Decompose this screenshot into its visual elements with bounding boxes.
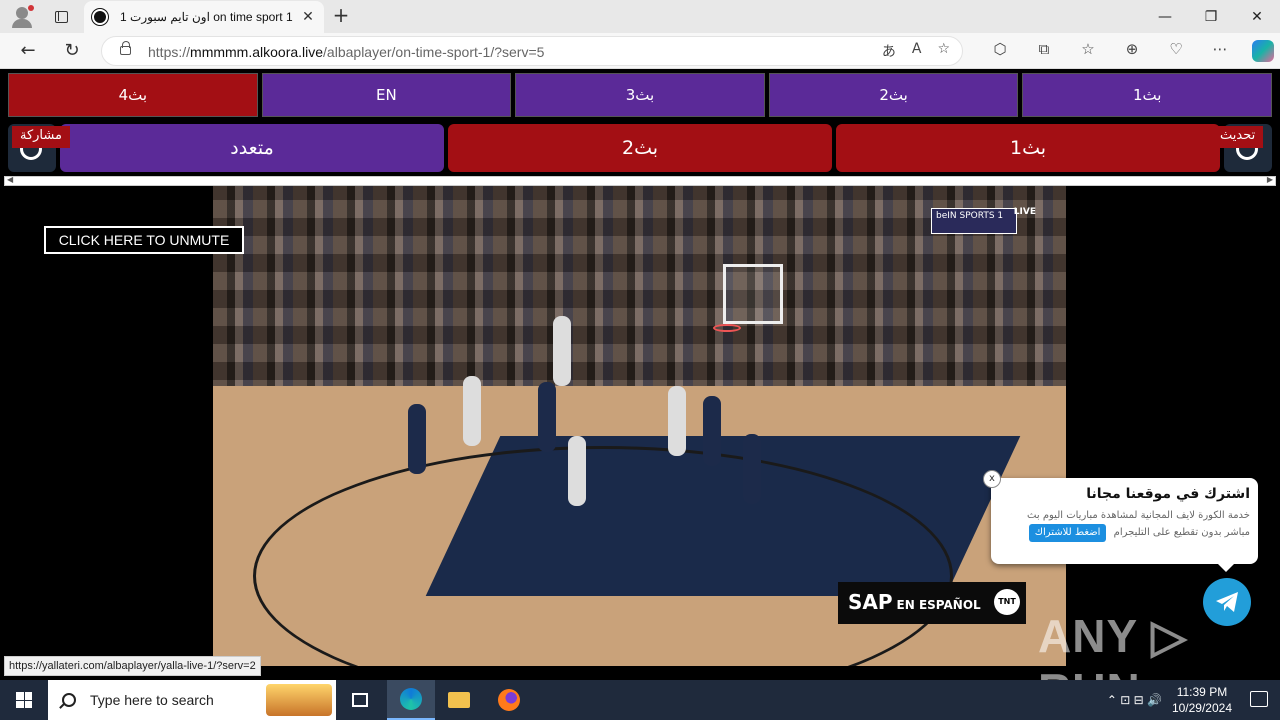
subscribe-button[interactable]: اضغط للاشتراك xyxy=(1028,524,1107,542)
link-multi-button[interactable]: متعدد xyxy=(60,124,444,172)
search-placeholder: Type here to search xyxy=(90,692,214,708)
firefox-button[interactable] xyxy=(485,680,533,720)
server-tab-en[interactable]: EN xyxy=(261,73,512,117)
clock[interactable]: 11:39 PM 10/29/2024 xyxy=(1172,684,1232,716)
task-view-icon xyxy=(352,693,368,707)
popup-text: خدمة الكورة لايف المجانية لمشاهدة مباريا… xyxy=(999,508,1250,542)
read-aloud-icon[interactable]: A xyxy=(912,41,922,61)
tab-actions-icon[interactable] xyxy=(44,0,78,33)
popup-close-button[interactable]: x xyxy=(983,470,1001,488)
url-text[interactable]: https://mmmmm.alkoora.live/albaplayer/on… xyxy=(148,44,544,60)
link-buttons-row: متعدد بث2 بث1 مشاركة تحديث xyxy=(8,124,1272,172)
clock-time: 11:39 PM xyxy=(1176,685,1228,699)
sap-banner: SAP EN ESPAÑOL TNT xyxy=(838,582,1026,624)
tab-close-button[interactable]: ✕ xyxy=(300,9,316,25)
system-tray: ⌃ ⊡ ⊟ 🔊 11:39 PM 10/29/2024 xyxy=(1107,680,1232,720)
maximize-button[interactable]: ❐ xyxy=(1188,0,1234,33)
horizontal-scrollbar[interactable]: ◀ ▶ xyxy=(4,175,1276,186)
translate-icon[interactable]: あ xyxy=(882,41,896,61)
tab-title: اون تايم سبورت 1 on time sport 1 xyxy=(120,10,293,24)
copilot-icon[interactable] xyxy=(1252,40,1274,62)
folder-icon xyxy=(448,692,470,708)
server-tab-4[interactable]: بث4 xyxy=(8,73,258,117)
search-highlight-image xyxy=(266,684,332,716)
scroll-left-icon[interactable]: ◀ xyxy=(7,175,13,184)
status-bar-url: https://yallateri.com/albaplayer/yalla-l… xyxy=(4,656,261,676)
notification-icon[interactable] xyxy=(1250,691,1268,707)
extensions-icon[interactable]: ⬡ xyxy=(978,40,1022,62)
share-label[interactable]: مشاركة xyxy=(12,126,70,148)
browser-essentials-icon[interactable]: ♡ xyxy=(1154,40,1198,62)
video-player[interactable]: beIN SPORTS 1 LIVE SAP EN ESPAÑOL TNT xyxy=(213,186,1066,666)
subscribe-popup: اشترك في موقعنا مجانا خدمة الكورة لايف ا… xyxy=(983,470,1258,572)
file-explorer-button[interactable] xyxy=(435,680,483,720)
favorites-icon[interactable]: ☆ xyxy=(1066,40,1110,62)
windows-taskbar: Type here to search ⌃ ⊡ ⊟ 🔊 11:39 PM 10/… xyxy=(0,680,1280,720)
refresh-label[interactable]: تحديث xyxy=(1212,126,1264,148)
url-actions: あ A ☆ xyxy=(882,41,950,61)
split-screen-icon[interactable]: ⧉ xyxy=(1022,40,1066,62)
channel-logo: beIN SPORTS 1 LIVE xyxy=(931,207,1036,234)
page-content: بث4 EN بث3 بث2 بث1 متعدد بث2 بث1 مشاركة … xyxy=(0,69,1280,716)
popup-title: اشترك في موقعنا مجانا xyxy=(1086,486,1250,502)
link-stream-1-button[interactable]: بث1 xyxy=(836,124,1220,172)
profile-icon[interactable] xyxy=(0,0,44,33)
address-toolbar: ← ↻ https://mmmmm.alkoora.live/albaplaye… xyxy=(0,33,1280,69)
settings-more-icon[interactable]: ⋯ xyxy=(1198,40,1242,62)
tray-icons[interactable]: ⌃ ⊡ ⊟ 🔊 xyxy=(1107,693,1162,707)
address-bar[interactable]: https://mmmmm.alkoora.live/albaplayer/on… xyxy=(101,36,963,66)
edge-taskbar-button[interactable] xyxy=(387,680,435,720)
close-window-button[interactable]: ✕ xyxy=(1234,0,1280,33)
browser-toolbar-icons: ⬡ ⧉ ☆ ⊕ ♡ ⋯ xyxy=(978,40,1274,62)
server-tab-1[interactable]: بث1 xyxy=(1022,73,1272,117)
collections-icon[interactable]: ⊕ xyxy=(1110,40,1154,62)
reload-button[interactable]: ↻ xyxy=(58,39,86,63)
hoop-rim xyxy=(713,324,741,332)
taskbar-search[interactable]: Type here to search xyxy=(48,680,336,720)
server-tabs: بث4 EN بث3 بث2 بث1 xyxy=(8,73,1272,117)
search-icon xyxy=(62,693,76,707)
scroll-right-icon[interactable]: ▶ xyxy=(1267,175,1273,184)
live-badge: LIVE xyxy=(1013,207,1036,217)
unmute-button[interactable]: CLICK HERE TO UNMUTE xyxy=(44,226,244,254)
server-tab-3[interactable]: بث3 xyxy=(515,73,765,117)
edge-icon xyxy=(400,688,422,710)
backboard xyxy=(723,264,783,324)
task-view-button[interactable] xyxy=(336,680,384,720)
favorite-star-icon[interactable]: ☆ xyxy=(937,41,950,61)
firefox-icon xyxy=(498,689,520,711)
link-stream-2-button[interactable]: بث2 xyxy=(448,124,832,172)
browser-tab-active[interactable]: اون تايم سبورت 1 on time sport 1 ✕ xyxy=(84,1,324,33)
clock-date: 10/29/2024 xyxy=(1171,701,1232,715)
new-tab-button[interactable]: + xyxy=(330,4,352,28)
lock-icon[interactable] xyxy=(120,41,131,55)
minimize-button[interactable]: — xyxy=(1142,0,1188,33)
windows-logo-icon xyxy=(16,692,32,708)
start-button[interactable] xyxy=(0,680,48,720)
tnt-sports-logo: TNT xyxy=(994,589,1020,615)
window-controls: — ❐ ✕ xyxy=(1142,0,1280,33)
server-tab-2[interactable]: بث2 xyxy=(768,73,1019,117)
back-button[interactable]: ← xyxy=(14,39,42,63)
soccer-ball-icon xyxy=(92,9,108,25)
